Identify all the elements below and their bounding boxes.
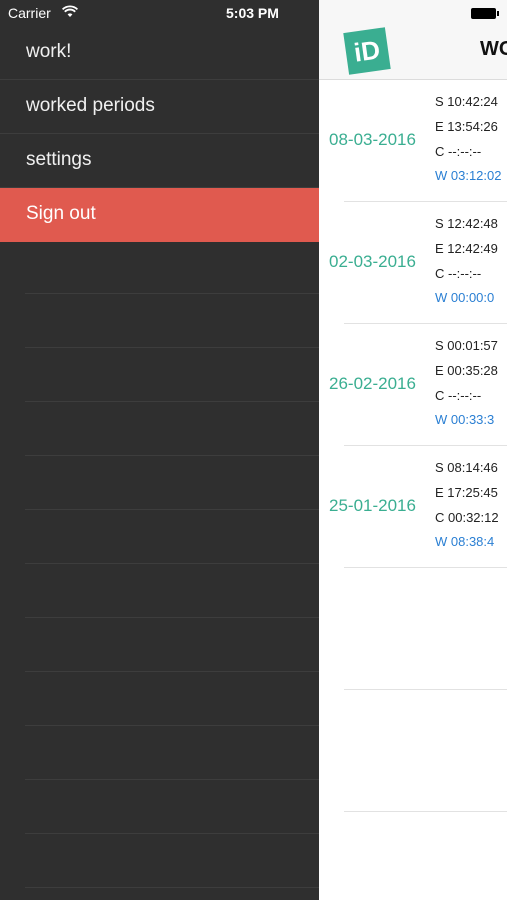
period-worked: W 08:38:4 [435,534,495,549]
drawer-divider [25,510,319,564]
app-logo-icon: iD [343,27,391,75]
period-start: S 12:42:48 [435,216,498,231]
drawer-divider [25,834,319,888]
menu-item-sign-out[interactable]: Sign out [0,188,319,242]
period-start: S 10:42:24 [435,94,498,109]
menu-item-worked-periods[interactable]: worked periods [0,80,319,134]
status-bar: Carrier 5:03 PM [0,0,319,28]
period-row[interactable]: 26-02-2016 S 00:01:57 E 00:35:28 C --:--… [319,324,507,446]
drawer-divider [25,240,319,294]
period-end: E 00:35:28 [435,363,498,378]
empty-row [319,568,507,690]
period-end: E 12:42:49 [435,241,498,256]
carrier-label: Carrier [8,5,51,21]
menu-item-settings[interactable]: settings [0,134,319,188]
period-worked: W 00:33:3 [435,412,495,427]
worked-periods-list: 08-03-2016 S 10:42:24 E 13:54:26 C --:--… [319,80,507,812]
period-correction: C --:--:-- [435,266,482,281]
period-start: S 00:01:57 [435,338,498,353]
drawer-menu: work! worked periods settings Sign out [0,26,319,242]
period-start: S 08:14:46 [435,460,498,475]
period-date: 26-02-2016 [329,374,416,393]
period-end: E 17:25:45 [435,485,498,500]
drawer-divider [25,402,319,456]
period-end: E 13:54:26 [435,119,498,134]
drawer-divider [25,672,319,726]
drawer-divider [25,780,319,834]
period-row[interactable]: 02-03-2016 S 12:42:48 E 12:42:49 C --:--… [319,202,507,324]
drawer-divider [25,456,319,510]
drawer-divider [25,726,319,780]
main-panel: iD WO 08-03-2016 S 10:42:24 E 13:54:26 C… [319,0,507,900]
period-worked: W 00:00:0 [435,290,495,305]
period-row[interactable]: 08-03-2016 S 10:42:24 E 13:54:26 C --:--… [319,80,507,202]
side-drawer: Carrier 5:03 PM work! worked periods set… [0,0,319,900]
drawer-divider [25,348,319,402]
period-worked: W 03:12:02 [435,168,502,183]
period-row[interactable]: 25-01-2016 S 08:14:46 E 17:25:45 C 00:32… [319,446,507,568]
period-correction: C --:--:-- [435,144,482,159]
menu-item-work[interactable]: work! [0,26,319,80]
nav-bar: iD WO [319,0,507,80]
drawer-divider [25,618,319,672]
wifi-icon [62,5,78,17]
drawer-divider [25,564,319,618]
battery-icon [471,8,499,19]
period-correction: C --:--:-- [435,388,482,403]
period-date: 02-03-2016 [329,252,416,271]
page-title: WO [480,38,507,60]
period-correction: C 00:32:12 [435,510,499,525]
period-date: 08-03-2016 [329,130,416,149]
empty-row [319,690,507,812]
period-date: 25-01-2016 [329,496,416,515]
status-time: 5:03 PM [226,5,279,21]
drawer-divider [25,294,319,348]
drawer-empty-rows [25,240,319,900]
